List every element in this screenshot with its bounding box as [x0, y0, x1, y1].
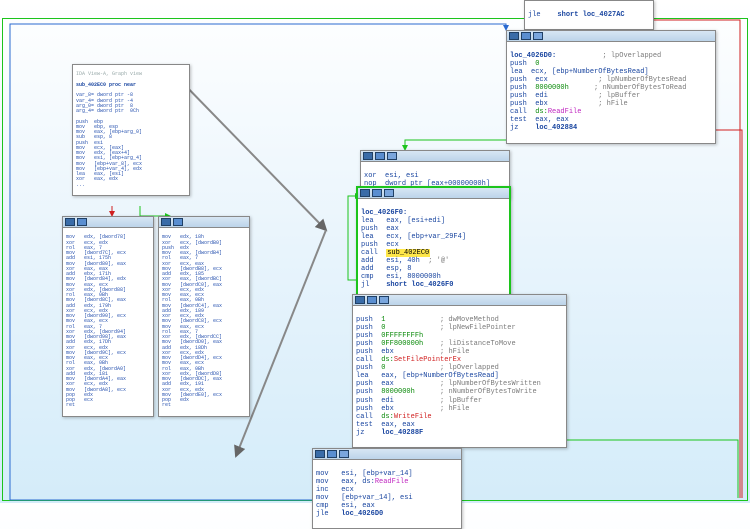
- node-body: loc_4026F0: lea eax, [esi+edi] push eax …: [358, 199, 509, 300]
- group-icon[interactable]: [521, 32, 531, 40]
- group-icon[interactable]: [77, 218, 87, 226]
- node-body: loc_4026D0: ; lpOverlapped push 0 lea ec…: [507, 42, 715, 143]
- instr-list: mov edx, [dword78] xor ecx, edx rol eax,…: [66, 234, 126, 408]
- node-left-col-b[interactable]: mov edx, 18h xor ecx, [dwordB0] push edx…: [158, 216, 250, 417]
- label: loc_4026D0:: [510, 52, 556, 60]
- instr-list: push ebp mov ebp, esp mov eax, [ebp+arg_…: [76, 119, 142, 188]
- node-left-col-a[interactable]: mov edx, [dword78] xor ecx, edx rol eax,…: [62, 216, 154, 417]
- node-header: [313, 449, 461, 460]
- node-loop[interactable]: loc_4026F0: lea eax, [esi+edi] push eax …: [356, 186, 511, 302]
- node-header: [361, 151, 509, 162]
- collapse-icon[interactable]: [363, 152, 373, 160]
- collapse-icon[interactable]: [161, 218, 171, 226]
- color-icon[interactable]: [387, 152, 397, 160]
- collapse-icon[interactable]: [360, 189, 370, 197]
- group-icon[interactable]: [327, 450, 337, 458]
- color-icon[interactable]: [339, 450, 349, 458]
- group-icon[interactable]: [367, 296, 377, 304]
- view-caption: IDA View-A, Graph view: [76, 71, 142, 77]
- collapse-icon[interactable]: [315, 450, 325, 458]
- node-top-branch[interactable]: jle short loc_4027AC: [524, 0, 654, 30]
- collapse-icon[interactable]: [65, 218, 75, 226]
- node-body: mov esi, [ebp+var_14] mov eax, ds:ReadFi…: [313, 460, 461, 528]
- node-header: [358, 188, 509, 199]
- node-body: mov edx, 18h xor ecx, [dwordB0] push edx…: [159, 228, 249, 416]
- node-body: mov edx, [dword78] xor ecx, edx rol eax,…: [63, 228, 153, 416]
- node-body: IDA View-A, Graph view sub_402EC0 proc n…: [73, 65, 189, 195]
- cmt: ; lpOverlapped: [602, 52, 661, 60]
- node-header: [353, 295, 566, 306]
- node-header: [159, 217, 249, 228]
- node-readfile[interactable]: loc_4026D0: ; lpOverlapped push 0 lea ec…: [506, 30, 716, 144]
- target: short loc_4027AC: [557, 11, 624, 19]
- collapse-icon[interactable]: [355, 296, 365, 304]
- color-icon[interactable]: [533, 32, 543, 40]
- color-icon[interactable]: [384, 189, 394, 197]
- node-header: [507, 31, 715, 42]
- collapse-icon[interactable]: [509, 32, 519, 40]
- node-writefile[interactable]: push 1 ; dwMoveMethod push 0 ; lpNewFile…: [352, 294, 567, 448]
- highlighted-call[interactable]: sub_402EC0: [386, 249, 430, 257]
- instr: jle: [528, 11, 541, 19]
- node-increment[interactable]: mov esi, [ebp+var_14] mov eax, ds:ReadFi…: [312, 448, 462, 529]
- node-header: [63, 217, 153, 228]
- group-icon[interactable]: [372, 189, 382, 197]
- group-icon[interactable]: [173, 218, 183, 226]
- node-proc-header[interactable]: IDA View-A, Graph view sub_402EC0 proc n…: [72, 64, 190, 196]
- proc-name: sub_402EC0 proc near: [76, 82, 136, 88]
- color-icon[interactable]: [379, 296, 389, 304]
- decl-line: arg_4= dword ptr 0Ch: [76, 108, 139, 114]
- instr-list: mov edx, 18h xor ecx, [dwordB0] push edx…: [162, 234, 222, 408]
- group-icon[interactable]: [375, 152, 385, 160]
- node-body: push 1 ; dwMoveMethod push 0 ; lpNewFile…: [353, 306, 566, 447]
